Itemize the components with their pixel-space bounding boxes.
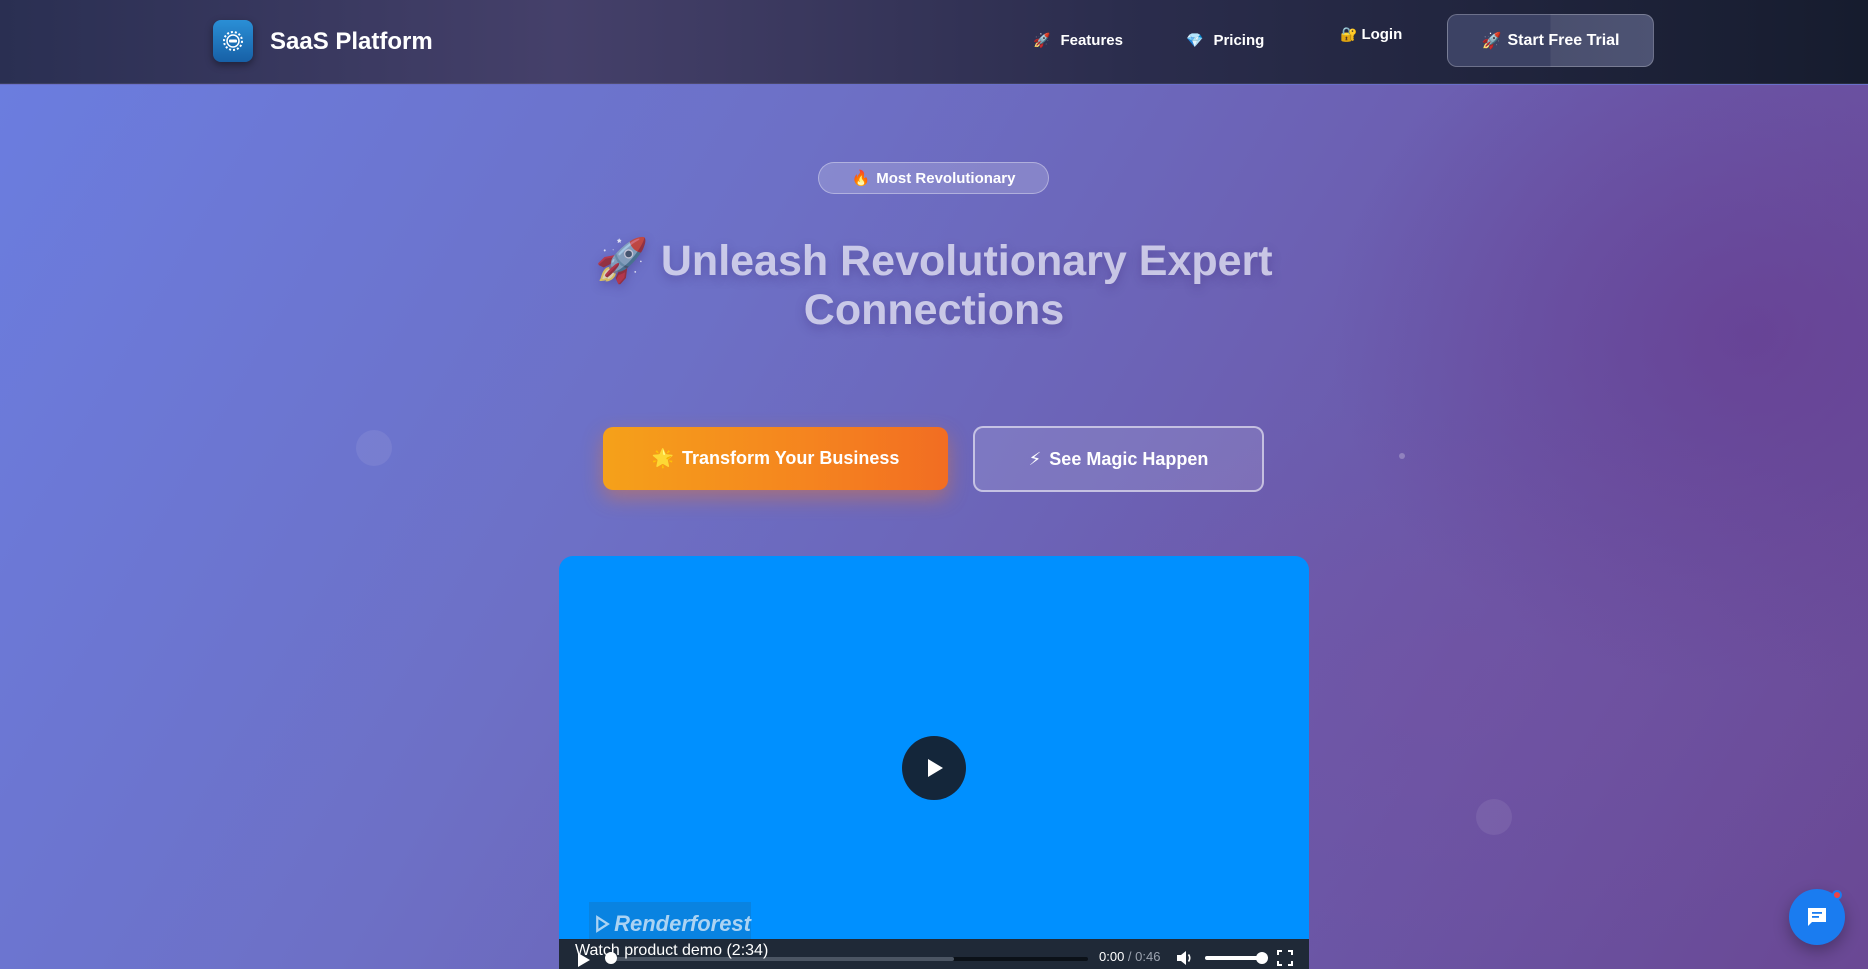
volume-icon[interactable] — [1176, 950, 1194, 966]
brand-name[interactable]: SaaS Platform — [270, 28, 433, 56]
duration: 0:46 — [1135, 949, 1161, 964]
gear-icon — [223, 31, 243, 51]
start-free-trial-label: Start Free Trial — [1507, 31, 1620, 49]
hero-headline: 🚀 Unleash Revolutionary Expert Connectio… — [595, 237, 1273, 334]
chat-unread-dot — [1832, 890, 1842, 900]
fullscreen-icon[interactable] — [1277, 950, 1293, 966]
transform-business-button[interactable]: 🌟 Transform Your Business — [603, 427, 948, 490]
volume-handle[interactable] — [1256, 952, 1268, 964]
rocket-icon: 🚀 — [1033, 32, 1051, 48]
logo[interactable] — [213, 20, 253, 62]
star-icon: 🌟 — [651, 448, 674, 468]
nav-features-label: Features — [1060, 32, 1123, 49]
play-button[interactable] — [902, 736, 966, 800]
see-magic-label: See Magic Happen — [1049, 448, 1209, 469]
start-free-trial-button[interactable]: 🚀 Start Free Trial — [1447, 14, 1654, 67]
decorative-orb — [356, 430, 392, 466]
watermark-text: Renderforest — [614, 911, 751, 936]
nav-pricing[interactable]: 💎 Pricing — [1186, 32, 1264, 49]
hero-badge-label: Most Revolutionary — [876, 169, 1016, 187]
product-demo-video[interactable]: Renderforest Watch product demo (2:34) 0… — [559, 556, 1309, 969]
volume-slider[interactable] — [1205, 956, 1263, 960]
time-display: 0:00 / 0:46 — [1099, 949, 1160, 964]
nav-features[interactable]: 🚀 Features — [1033, 32, 1123, 49]
time-separator: / — [1124, 949, 1136, 964]
transform-business-label: Transform Your Business — [682, 448, 900, 468]
see-magic-button[interactable]: ⚡ See Magic Happen — [973, 426, 1264, 492]
nav-pricing-label: Pricing — [1213, 32, 1265, 49]
decorative-orb — [1399, 453, 1405, 459]
play-outline-icon — [596, 915, 610, 933]
video-caption: Watch product demo (2:34) — [575, 942, 769, 959]
decorative-orb — [1476, 799, 1512, 835]
chat-bubble-icon — [1808, 908, 1826, 926]
lightning-icon: ⚡ — [1028, 448, 1042, 469]
lock-icon: 🔐 — [1340, 26, 1358, 42]
nav-login[interactable]: 🔐 Login — [1340, 26, 1402, 43]
gem-icon: 💎 — [1186, 32, 1204, 48]
play-icon — [928, 759, 943, 777]
rocket-icon: 🚀 — [1481, 32, 1502, 50]
nav-login-label: Login — [1361, 26, 1403, 43]
current-time: 0:00 — [1099, 949, 1125, 964]
fire-icon: 🔥 — [851, 170, 871, 187]
site-header: SaaS Platform 🚀 Features 💎 Pricing 🔐 Log… — [0, 0, 1868, 84]
hero-badge: 🔥 Most Revolutionary — [818, 162, 1049, 194]
